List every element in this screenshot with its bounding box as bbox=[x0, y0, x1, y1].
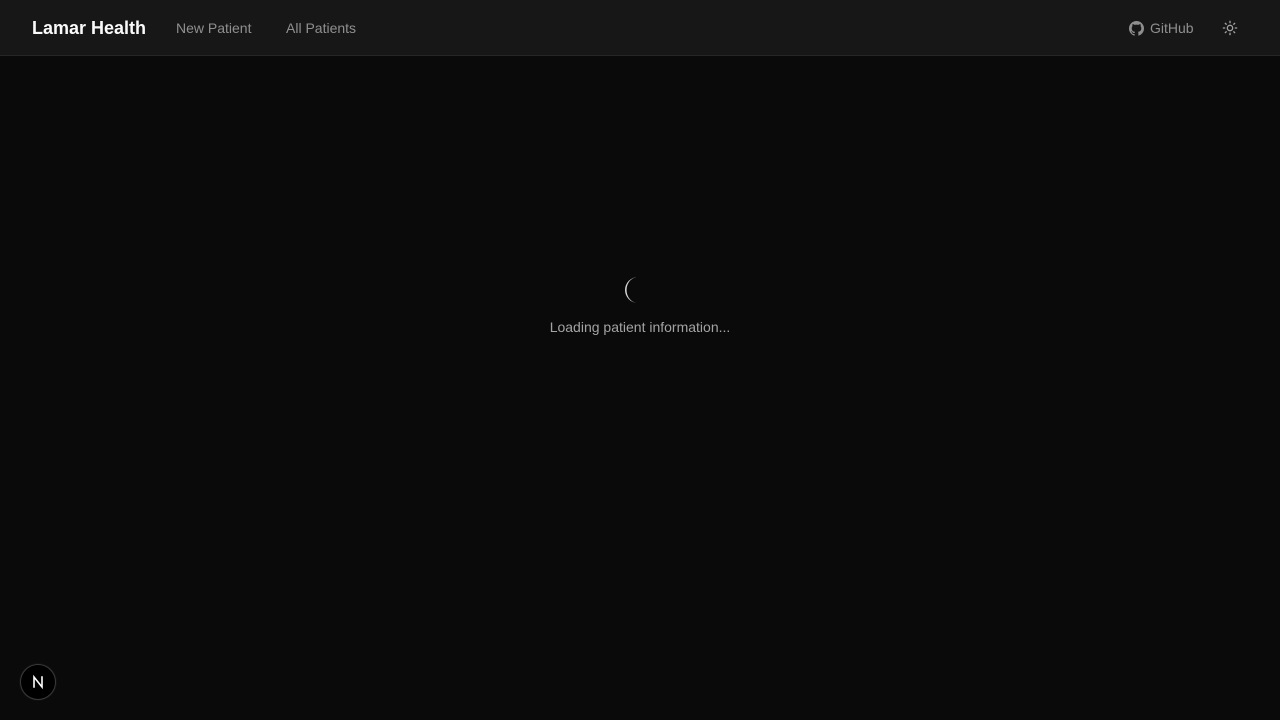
github-link[interactable]: GitHub bbox=[1129, 0, 1194, 56]
page: Lamar Health New Patient All Patients Gi… bbox=[0, 0, 1280, 720]
nav-link-all-patients[interactable]: All Patients bbox=[286, 0, 356, 56]
brand-logo-link[interactable]: Lamar Health bbox=[32, 0, 146, 56]
sun-icon bbox=[1222, 20, 1238, 36]
theme-toggle-button[interactable] bbox=[1216, 14, 1244, 42]
spinner-icon bbox=[622, 274, 654, 306]
github-icon bbox=[1129, 20, 1144, 36]
nextjs-dev-tools-button[interactable] bbox=[20, 664, 56, 700]
loading-message: Loading patient information... bbox=[549, 319, 731, 335]
nav-link-new-patient[interactable]: New Patient bbox=[176, 0, 251, 56]
github-label: GitHub bbox=[1150, 20, 1194, 36]
nextjs-logo-icon bbox=[30, 674, 46, 690]
top-nav-bar: Lamar Health New Patient All Patients Gi… bbox=[0, 0, 1280, 56]
